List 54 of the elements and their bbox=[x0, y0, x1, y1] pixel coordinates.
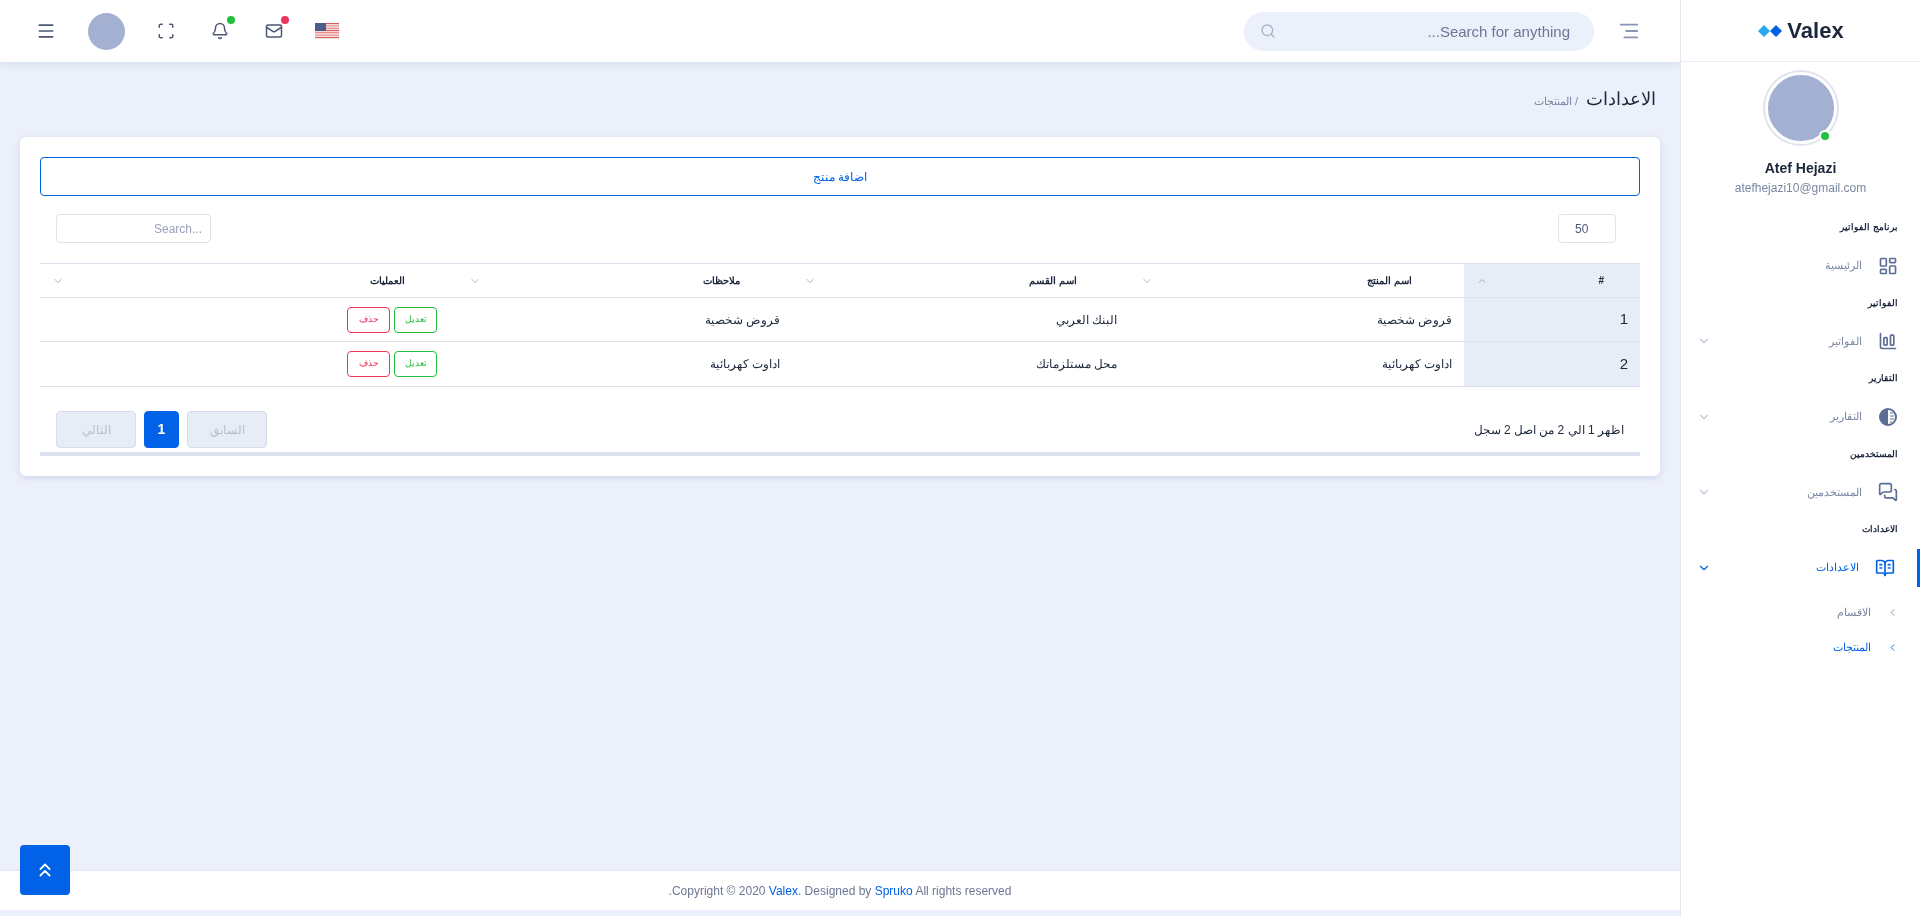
search-field[interactable]: ...Search for anything bbox=[1244, 11, 1594, 51]
menu-item[interactable]: الرئيسية bbox=[1681, 246, 1920, 285]
footer-link[interactable]: Spruko bbox=[874, 883, 913, 898]
column-header[interactable]: ملاحظات bbox=[457, 264, 792, 297]
submenu-item[interactable]: المنتجات bbox=[1681, 629, 1920, 665]
delete-button[interactable]: حذف bbox=[347, 351, 390, 377]
page-title: الاعدادات bbox=[1586, 88, 1656, 111]
menu-item[interactable]: الفواتير bbox=[1681, 322, 1920, 360]
menu-item[interactable]: الاعدادات bbox=[1681, 548, 1920, 587]
flag-icon[interactable] bbox=[315, 23, 339, 39]
menu-item[interactable]: التقارير bbox=[1681, 397, 1920, 436]
menu-category: برنامج الفواتير bbox=[1838, 221, 1899, 235]
book-icon bbox=[1875, 557, 1895, 578]
search-icon bbox=[1260, 22, 1276, 39]
half-circle-icon bbox=[1878, 406, 1898, 427]
column-header[interactable]: اسم المنتج bbox=[1129, 264, 1464, 297]
dashboard-icon bbox=[1878, 255, 1898, 276]
user-email: atefhejazi10@gmail.com bbox=[1734, 180, 1867, 197]
table-cell-text: محل مستلزماتك bbox=[1035, 356, 1117, 373]
table-cell-text: قروض شخصية bbox=[1376, 311, 1452, 329]
column-header[interactable]: # bbox=[1464, 264, 1640, 297]
bell-icon bbox=[211, 22, 229, 40]
table-cell-text: اداوت كهربائية bbox=[709, 356, 780, 373]
copyright-text: .Copyright © 2020 Valex. Designed by Spruko All rights reserved bbox=[668, 882, 1012, 900]
add-product-button[interactable]: اضافة منتج bbox=[40, 157, 1640, 196]
menu-item[interactable]: المستخدمين bbox=[1681, 473, 1920, 511]
column-header[interactable]: اسم القسم bbox=[792, 264, 1129, 297]
table-cell-text: 1 bbox=[1619, 309, 1628, 330]
table-cell-text: 2 bbox=[1619, 353, 1628, 374]
table-cell-text: اداوت كهربائية bbox=[1381, 356, 1452, 373]
menu-icon bbox=[36, 21, 56, 41]
submenu-item[interactable]: الاقسام bbox=[1681, 594, 1920, 630]
page-button[interactable]: 1 bbox=[144, 411, 179, 448]
menu-category: الاعدادات bbox=[1861, 523, 1899, 536]
page-length-select[interactable]: 50 bbox=[1558, 214, 1616, 243]
table-info: اظهر 1 الي 2 من اصل 2 سجل bbox=[1473, 421, 1624, 439]
footer-link[interactable]: Valex bbox=[768, 883, 798, 898]
table-cell-text: البنك العربي bbox=[1055, 311, 1117, 329]
bar-chart-icon bbox=[1878, 331, 1898, 351]
back-to-top-button[interactable] bbox=[20, 845, 70, 895]
mail-icon bbox=[265, 22, 283, 40]
user-name: Atef Hejazi bbox=[1764, 159, 1837, 178]
horizontal-scrollbar[interactable] bbox=[40, 452, 1640, 456]
table-cell-text: قروض شخصية bbox=[704, 311, 780, 329]
menu-category: الفواتير bbox=[1866, 296, 1899, 310]
menu-category: المستخدمين bbox=[1849, 447, 1899, 461]
chat-icon bbox=[1878, 482, 1898, 502]
breadcrumb: / المنتجات bbox=[1533, 94, 1578, 109]
delete-button[interactable]: حذف bbox=[347, 306, 390, 333]
column-header[interactable]: العمليات bbox=[40, 264, 457, 297]
brand-name: Valex bbox=[1787, 17, 1844, 45]
fullscreen-icon bbox=[157, 22, 175, 40]
table-search-field[interactable]: Search... bbox=[56, 214, 211, 243]
menu-category: التقارير bbox=[1867, 372, 1899, 386]
